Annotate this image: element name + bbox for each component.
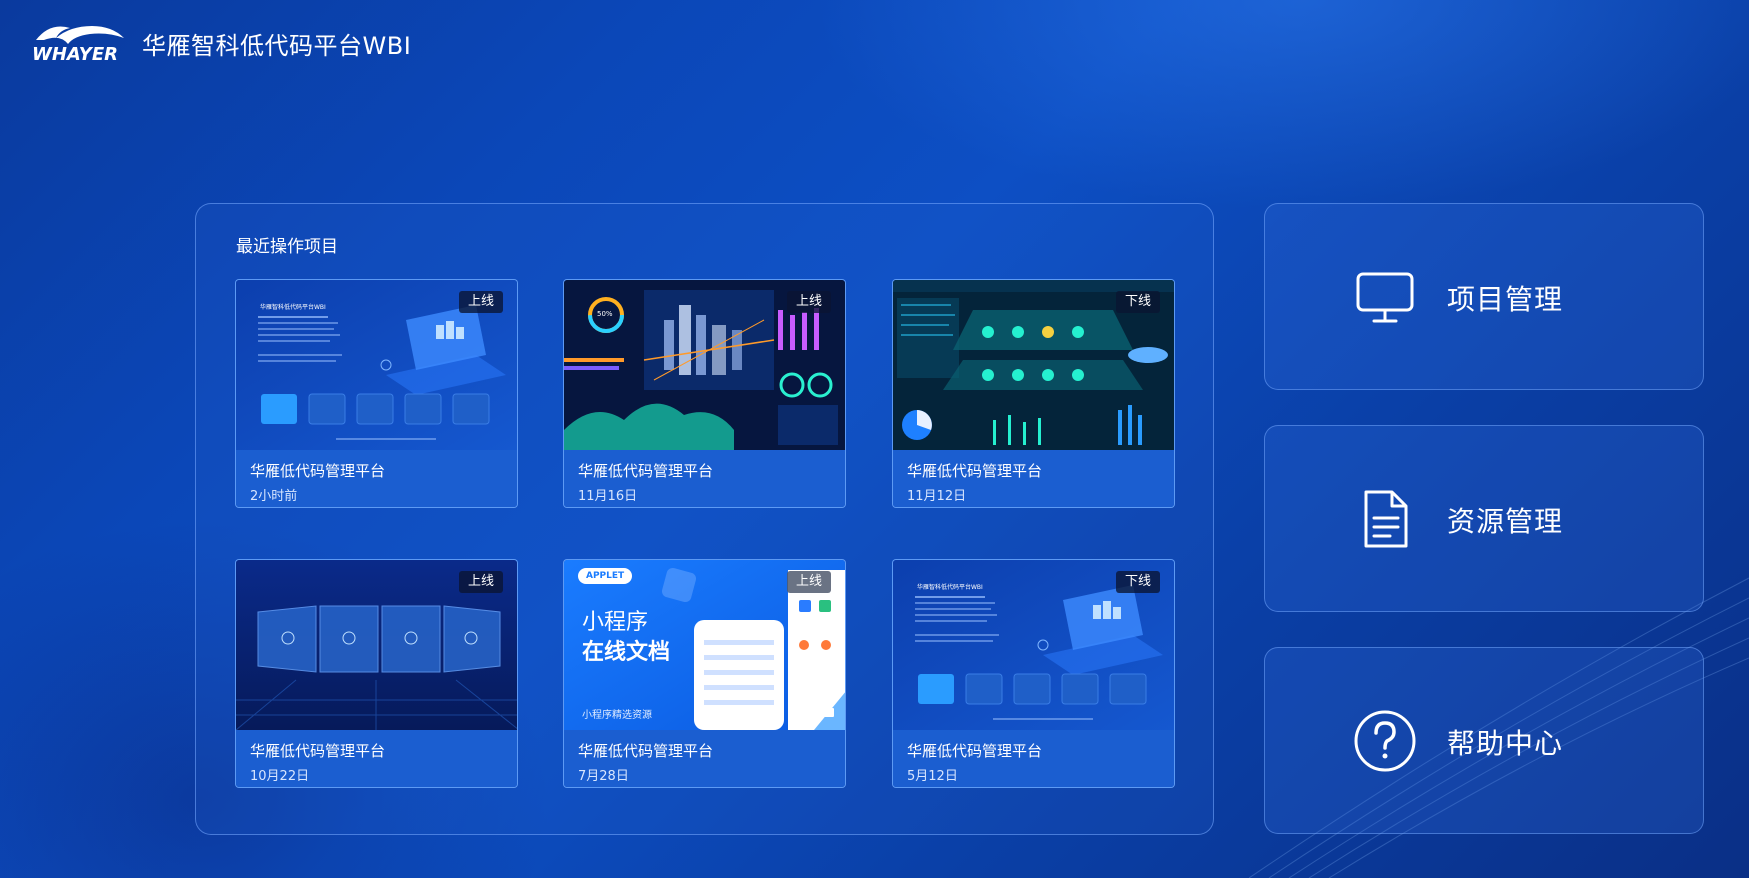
recent-projects-panel: 最近操作项目 华雁智科低代码平台WBI 上线 华雁低代码管理平台 2小时前 50… — [195, 203, 1214, 835]
project-info: 华雁低代码管理平台 7月28日 — [564, 730, 845, 787]
header: WHAYER 华雁智科低代码平台WBI — [30, 18, 411, 68]
thumbnail-caption: 小程序精选资源 — [582, 710, 652, 721]
thumbnail-heading: 小程序 — [582, 610, 649, 635]
monitor-icon — [1356, 272, 1414, 323]
nav-label: 帮助中心 — [1447, 727, 1564, 760]
project-card[interactable]: 华雁智科低代码平台WBI 下线 华雁低代码管理平台 5月12日 — [892, 559, 1175, 788]
project-time: 5月12日 — [907, 769, 958, 784]
status-badge: 上线 — [786, 291, 831, 313]
nav-help-center[interactable]: 帮助中心 — [1264, 647, 1704, 834]
project-time: 2小时前 — [250, 489, 298, 504]
status-badge: 下线 — [1115, 571, 1160, 593]
thumbnail-title: 华雁智科低代码平台WBI — [260, 304, 326, 311]
project-time: 7月28日 — [578, 769, 629, 784]
app-title: 华雁智科低代码平台WBI — [142, 31, 412, 60]
project-card[interactable]: 50% 上线 华雁低代码管理平台 11月16日 — [563, 279, 846, 508]
project-name: 华雁低代码管理平台 — [250, 742, 386, 760]
project-name: 华雁低代码管理平台 — [250, 462, 386, 480]
project-card[interactable]: APPLET 小程序 在线文档 小程序精选资源 上线 华雁低代码管理平台 7月2… — [563, 559, 846, 788]
project-info: 华雁低代码管理平台 10月22日 — [236, 730, 517, 787]
thumbnail-title: 华雁智科低代码平台WBI — [917, 584, 983, 591]
project-name: 华雁低代码管理平台 — [578, 742, 714, 760]
status-badge: 上线 — [458, 571, 503, 593]
nav-label: 项目管理 — [1447, 283, 1564, 316]
nav-resource-management[interactable]: 资源管理 — [1264, 425, 1704, 612]
logo-text: WHAYER — [32, 44, 118, 65]
project-time: 11月16日 — [578, 489, 638, 504]
project-name: 华雁低代码管理平台 — [907, 742, 1043, 760]
project-time: 11月12日 — [907, 489, 967, 504]
nav-label: 资源管理 — [1447, 505, 1564, 538]
whayer-logo[interactable]: WHAYER — [30, 20, 128, 66]
status-badge: 下线 — [1115, 291, 1160, 313]
recent-projects-title: 最近操作项目 — [236, 237, 338, 257]
project-name: 华雁低代码管理平台 — [578, 462, 714, 480]
project-name: 华雁低代码管理平台 — [907, 462, 1043, 480]
help-icon — [1354, 710, 1416, 772]
project-card[interactable]: 下线 华雁低代码管理平台 11月12日 — [892, 279, 1175, 508]
document-icon — [1364, 490, 1408, 548]
nav-project-management[interactable]: 项目管理 — [1264, 203, 1704, 390]
applet-tag: APPLET — [578, 568, 633, 584]
status-badge: 上线 — [458, 291, 503, 313]
status-badge: 上线 — [786, 571, 831, 593]
gauge-label: 50% — [597, 310, 613, 318]
project-time: 10月22日 — [250, 769, 310, 784]
thumbnail-heading-bold: 在线文档 — [582, 640, 671, 665]
project-info: 华雁低代码管理平台 11月16日 — [564, 450, 845, 507]
project-info: 华雁低代码管理平台 11月12日 — [893, 450, 1174, 507]
project-card[interactable]: 上线 华雁低代码管理平台 10月22日 — [235, 559, 518, 788]
project-card[interactable]: 华雁智科低代码平台WBI 上线 华雁低代码管理平台 2小时前 — [235, 279, 518, 508]
project-info: 华雁低代码管理平台 2小时前 — [236, 450, 517, 507]
project-info: 华雁低代码管理平台 5月12日 — [893, 730, 1174, 787]
